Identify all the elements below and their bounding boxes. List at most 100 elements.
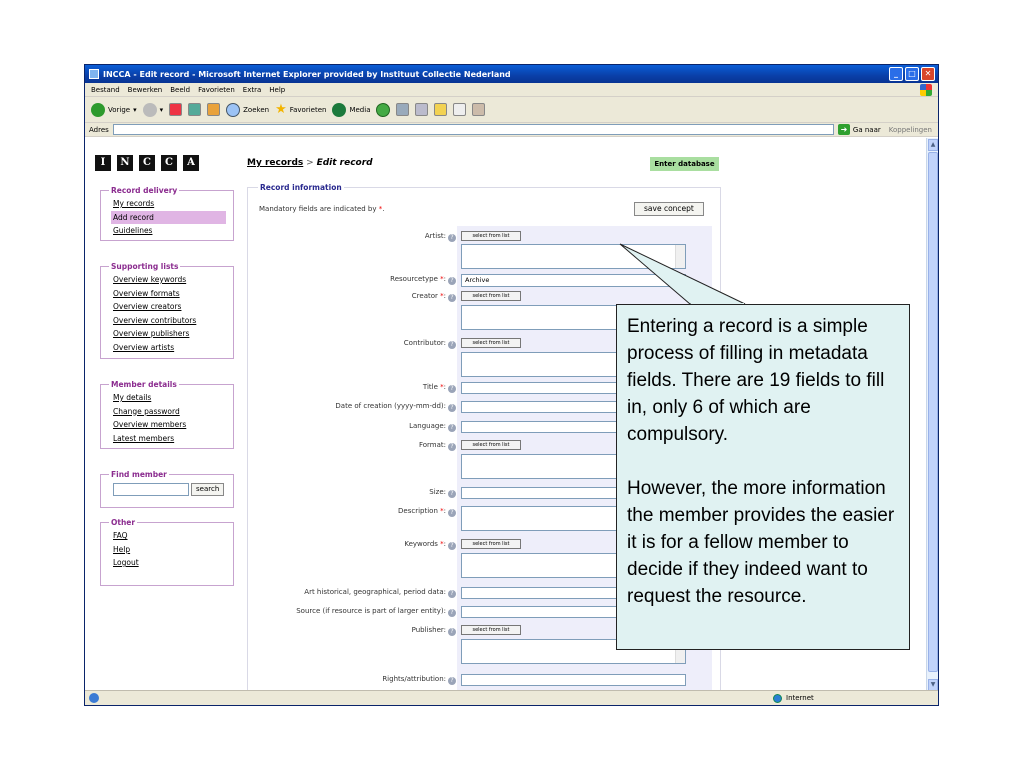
- help-icon[interactable]: ?: [448, 490, 456, 498]
- refresh-icon[interactable]: [188, 103, 202, 116]
- help-icon[interactable]: ?: [448, 424, 456, 432]
- help-icon[interactable]: ?: [448, 628, 456, 636]
- description-label: Description *:?: [398, 507, 456, 517]
- logo-letter: N: [117, 155, 133, 171]
- menu-help[interactable]: Help: [269, 86, 285, 94]
- scrollbar-thumb[interactable]: [928, 152, 938, 672]
- media-button[interactable]: Media: [332, 102, 370, 117]
- menu-extra[interactable]: Extra: [243, 86, 261, 94]
- sidebar-help[interactable]: Help: [113, 543, 225, 557]
- help-icon[interactable]: ?: [448, 404, 456, 412]
- home-icon[interactable]: [207, 103, 221, 116]
- search-label: Zoeken: [243, 105, 270, 114]
- sidebar-logout[interactable]: Logout: [113, 556, 225, 570]
- menu-bestand[interactable]: Bestand: [91, 86, 120, 94]
- go-button[interactable]: ➜ Ga naar: [837, 124, 881, 135]
- title-bar: INCCA - Edit record - Microsoft Internet…: [85, 65, 938, 83]
- contributor-select-button[interactable]: select from list: [461, 338, 521, 348]
- find-member-search-button[interactable]: search: [191, 483, 225, 496]
- keywords-label-text: Keywords: [404, 540, 438, 548]
- research-icon[interactable]: [472, 103, 486, 116]
- textarea-scrollbar[interactable]: [675, 245, 685, 268]
- close-button[interactable]: ✕: [921, 67, 935, 81]
- publisher-select-button[interactable]: select from list: [461, 625, 521, 635]
- back-button[interactable]: Vorige ▾: [91, 102, 137, 117]
- sidebar-overview-publishers[interactable]: Overview publishers: [113, 327, 225, 341]
- help-icon[interactable]: ?: [448, 277, 456, 285]
- format-label: Format:?: [419, 441, 456, 451]
- sidebar-overview-formats[interactable]: Overview formats: [113, 287, 225, 301]
- help-icon[interactable]: ?: [448, 590, 456, 598]
- search-icon: [226, 102, 241, 117]
- scroll-up-icon[interactable]: ▲: [928, 139, 938, 151]
- artist-textarea[interactable]: [461, 244, 686, 269]
- artist-select-button[interactable]: select from list: [461, 231, 521, 241]
- sidebar-overview-members[interactable]: Overview members: [113, 418, 225, 432]
- resourcetype-select[interactable]: Archive ▼: [461, 274, 686, 287]
- menu-beeld[interactable]: Beeld: [170, 86, 190, 94]
- sidebar-my-records[interactable]: My records: [113, 197, 225, 211]
- rights-input[interactable]: [461, 674, 686, 686]
- help-icon[interactable]: ?: [448, 341, 456, 349]
- page-scrollbar[interactable]: ▲ ▼: [926, 138, 938, 692]
- help-icon[interactable]: ?: [448, 609, 456, 617]
- keywords-select-button[interactable]: select from list: [461, 539, 521, 549]
- mail-icon[interactable]: [396, 103, 410, 116]
- find-member-input[interactable]: [113, 483, 189, 496]
- search-button[interactable]: Zoeken: [226, 102, 270, 117]
- sidebar-latest-members[interactable]: Latest members: [113, 432, 225, 446]
- contributor-label-text: Contributor:: [403, 339, 446, 347]
- rights-label: Rights/attribution:?: [382, 675, 456, 685]
- find-member-legend: Find member: [111, 470, 167, 479]
- sidebar-my-details[interactable]: My details: [113, 391, 225, 405]
- menu-favorieten[interactable]: Favorieten: [198, 86, 235, 94]
- stop-icon[interactable]: [169, 103, 183, 116]
- sidebar-add-record[interactable]: Add record: [111, 210, 226, 224]
- favorites-button[interactable]: ★ Favorieten: [275, 102, 326, 117]
- sidebar-faq[interactable]: FAQ: [113, 529, 225, 543]
- sidebar-overview-creators[interactable]: Overview creators: [113, 300, 225, 314]
- breadcrumb-my-records[interactable]: My records: [247, 158, 303, 168]
- art-historical-label: Art historical, geographical, period dat…: [304, 588, 456, 598]
- help-icon[interactable]: ?: [448, 542, 456, 550]
- help-icon[interactable]: ?: [448, 509, 456, 517]
- record-information-legend: Record information: [260, 183, 342, 192]
- links-button[interactable]: Koppelingen: [889, 126, 932, 134]
- help-icon[interactable]: ?: [448, 385, 456, 393]
- required-mark: *: [440, 292, 444, 300]
- publisher-label: Publisher:?: [412, 626, 456, 636]
- maximize-button[interactable]: □: [905, 67, 919, 81]
- address-input[interactable]: [112, 124, 834, 135]
- edit-icon[interactable]: [434, 103, 448, 116]
- resourcetype-value: Archive: [465, 276, 490, 284]
- help-icon[interactable]: ?: [448, 294, 456, 302]
- date-label: Date of creation (yyyy-mm-dd):?: [335, 402, 456, 412]
- security-zone: Internet: [773, 693, 814, 703]
- enter-database-button[interactable]: Enter database: [650, 157, 719, 171]
- help-icon[interactable]: ?: [448, 234, 456, 242]
- discuss-icon[interactable]: [453, 103, 467, 116]
- sidebar-overview-contributors[interactable]: Overview contributors: [113, 314, 225, 328]
- other-box: Other FAQ Help Logout: [100, 518, 234, 586]
- address-bar: Adres ➜ Ga naar Koppelingen: [85, 123, 938, 137]
- format-select-button[interactable]: select from list: [461, 440, 521, 450]
- sidebar-overview-keywords[interactable]: Overview keywords: [113, 273, 225, 287]
- history-icon[interactable]: [376, 102, 391, 117]
- print-icon[interactable]: [415, 103, 429, 116]
- address-label: Adres: [89, 125, 109, 134]
- supporting-lists-legend: Supporting lists: [111, 262, 179, 271]
- save-concept-button[interactable]: save concept: [634, 202, 704, 216]
- source-label: Source (if resource is part of larger en…: [296, 607, 456, 617]
- ie-page-icon: [89, 693, 99, 703]
- sidebar-change-password[interactable]: Change password: [113, 405, 225, 419]
- creator-label: Creator *:?: [412, 292, 456, 302]
- menu-bewerken[interactable]: Bewerken: [128, 86, 163, 94]
- help-icon[interactable]: ?: [448, 443, 456, 451]
- help-icon[interactable]: ?: [448, 677, 456, 685]
- sidebar-guidelines[interactable]: Guidelines: [113, 224, 225, 238]
- minimize-button[interactable]: _: [889, 67, 903, 81]
- forward-arrow-icon: [142, 102, 157, 117]
- forward-button[interactable]: ▾: [142, 102, 163, 117]
- creator-select-button[interactable]: select from list: [461, 291, 521, 301]
- sidebar-overview-artists[interactable]: Overview artists: [113, 341, 225, 355]
